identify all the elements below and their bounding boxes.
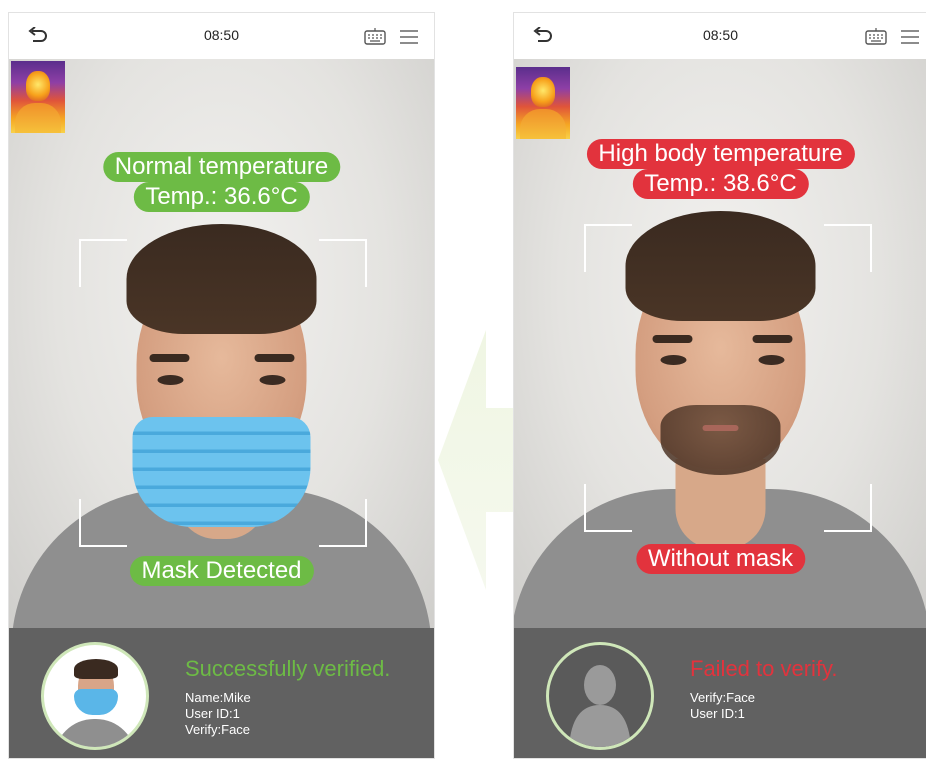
result-title: Successfully verified. <box>185 656 391 681</box>
temperature-status-badge: High body temperature <box>586 139 855 169</box>
verify-method: Verify:Face <box>185 722 251 737</box>
status-bar: 08:50 <box>514 13 926 59</box>
face-frame-corner <box>824 484 872 532</box>
status-bar: 08:50 <box>9 13 434 59</box>
menu-icon[interactable] <box>400 29 418 45</box>
verification-result-panel: Successfully verified. Name:Mike User ID… <box>9 628 434 758</box>
face-frame-corner <box>79 239 127 287</box>
camera-preview: High body temperature Temp.: 38.6°C With… <box>514 59 926 628</box>
keyboard-icon[interactable] <box>364 27 386 45</box>
verification-result-panel: Failed to verify. Verify:Face User ID:1 <box>514 628 926 758</box>
user-name: Name:Mike <box>185 690 251 705</box>
user-id: User ID:1 <box>690 706 745 721</box>
background-arrow-graphic <box>438 330 518 590</box>
face-mask <box>132 417 311 527</box>
face-frame-corner <box>584 484 632 532</box>
mask-status-badge: Mask Detected <box>129 556 314 586</box>
device-screen-right: 08:50 High body temperature Temp.: 38.6°… <box>513 12 926 759</box>
temperature-reading-badge: Temp.: 38.6°C <box>632 169 809 199</box>
keyboard-icon[interactable] <box>865 27 887 45</box>
subject-photo <box>9 59 434 628</box>
mask-status-badge: Without mask <box>635 544 806 574</box>
face-frame-corner <box>79 499 127 547</box>
face-frame-corner <box>319 499 367 547</box>
verify-method: Verify:Face <box>690 690 756 705</box>
user-silhouette-icon <box>569 665 631 747</box>
temperature-reading-badge: Temp.: 36.6°C <box>133 182 310 212</box>
user-id: User ID:1 <box>185 706 240 721</box>
avatar <box>41 642 149 750</box>
device-screen-left: 08:50 Normal temperature Temp.: 36.6°C M… <box>8 12 435 759</box>
beard <box>660 405 781 475</box>
avatar-placeholder <box>546 642 654 750</box>
camera-preview: Normal temperature Temp.: 36.6°C Mask De… <box>9 59 434 628</box>
menu-icon[interactable] <box>901 29 919 45</box>
face-frame-corner <box>824 224 872 272</box>
face-frame-corner <box>584 224 632 272</box>
temperature-status-badge: Normal temperature <box>102 152 341 182</box>
face-frame-corner <box>319 239 367 287</box>
result-title: Failed to verify. <box>690 656 838 681</box>
